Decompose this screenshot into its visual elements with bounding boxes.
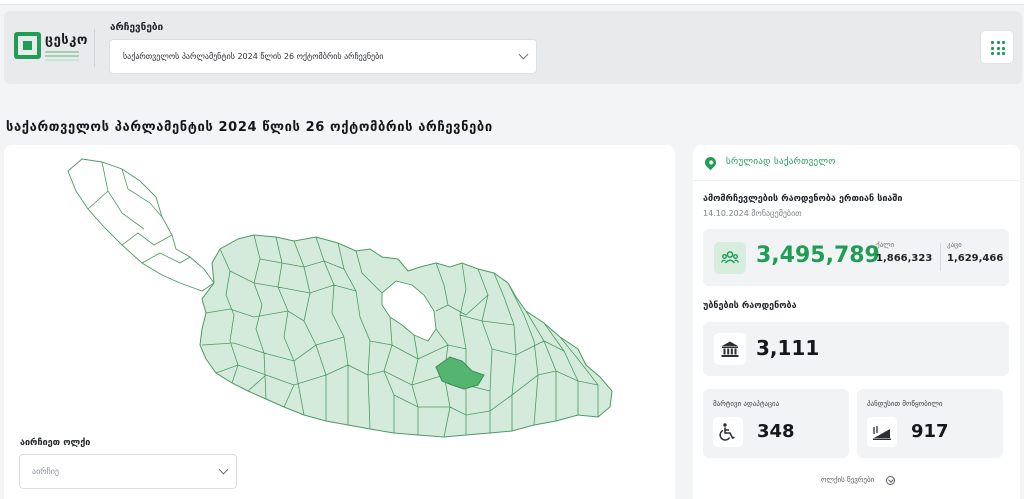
elections-select[interactable]: საქართველოს პარლამენტის 2024 წლის 26 ოქტ…: [109, 39, 537, 74]
adapted-card: მარტივი ადაპტაცია 348: [703, 389, 849, 458]
top-strip: [0, 0, 1024, 5]
cesko-logo[interactable]: ცესკო: [14, 32, 88, 64]
building-icon: [714, 333, 746, 365]
chevron-down-icon: [518, 49, 529, 60]
split-divider: [940, 243, 941, 271]
elections-select-value: საქართველოს პარლამენტის 2024 წლის 26 ოქტ…: [123, 52, 384, 61]
voters-date: 14.10.2024 მონაცემებით: [703, 209, 802, 218]
ramp-icon: [867, 417, 897, 447]
female-value: 1,866,323: [876, 253, 933, 264]
map-region-main: [199, 234, 613, 438]
chevron-circle-down-icon[interactable]: [886, 476, 895, 485]
male-label: კაცი: [947, 241, 962, 249]
location-name: სრულიად საქართველო: [726, 157, 836, 167]
male-value: 1,629,466: [947, 253, 1004, 264]
ramp-title: პანდუსით მოწყობილი: [867, 400, 943, 408]
precincts-card: 3,111: [703, 322, 1009, 376]
female-label: ქალი: [876, 241, 895, 249]
elections-label: არჩევნები: [110, 22, 164, 33]
female-block: ქალი 1,866,323: [876, 241, 932, 264]
grid-icon: [991, 41, 1005, 55]
ramp-card: პანდუსით მოწყობილი 917: [857, 389, 1003, 458]
page-title: საქართველოს პარლამენტის 2024 წლის 26 ოქტ…: [6, 120, 493, 135]
ramp-total: 917: [911, 421, 949, 442]
precincts-title: უბნების რაოდენობა: [703, 301, 797, 311]
region-select-label: აირჩიეთ ოლქი: [20, 438, 91, 448]
location-row[interactable]: სრულიად საქართველო: [693, 145, 1020, 181]
logo-mark-icon: [14, 32, 41, 59]
header: ცესკო არჩევნები საქართველოს პარლამენტის …: [4, 11, 1022, 84]
map-region-abkhazia: [67, 158, 215, 292]
logo-subtitle-lines: [45, 51, 79, 53]
apps-menu-button[interactable]: [980, 30, 1014, 64]
wheelchair-icon: [713, 417, 743, 447]
map-panel: აირჩიეთ ოლქი აირჩიე: [4, 145, 675, 499]
voters-title: ამომრჩევლების რაოდენობა ერთიან სიაში: [703, 194, 903, 204]
district-members-link[interactable]: ოლქის წევრები: [821, 476, 874, 484]
voters-total: 3,495,789: [756, 243, 880, 268]
voters-card: 3,495,789 ქალი 1,866,323 კაცი 1,629,466: [703, 229, 1009, 286]
header-divider: [94, 29, 95, 67]
georgia-districts-map[interactable]: [4, 145, 675, 445]
users-group-icon: [714, 242, 746, 274]
stats-panel: სრულიად საქართველო ამომრჩევლების რაოდენო…: [693, 145, 1020, 499]
region-select-placeholder: აირჩიე: [32, 467, 59, 476]
region-select[interactable]: აირჩიე: [19, 454, 237, 489]
location-pin-icon: [702, 154, 719, 171]
adapted-title: მარტივი ადაპტაცია: [713, 400, 780, 408]
adapted-total: 348: [757, 421, 795, 442]
male-block: კაცი 1,629,466: [947, 241, 1003, 264]
chevron-down-icon: [218, 464, 229, 475]
logo-text: ცესკო: [45, 33, 88, 48]
precincts-total: 3,111: [756, 336, 820, 360]
